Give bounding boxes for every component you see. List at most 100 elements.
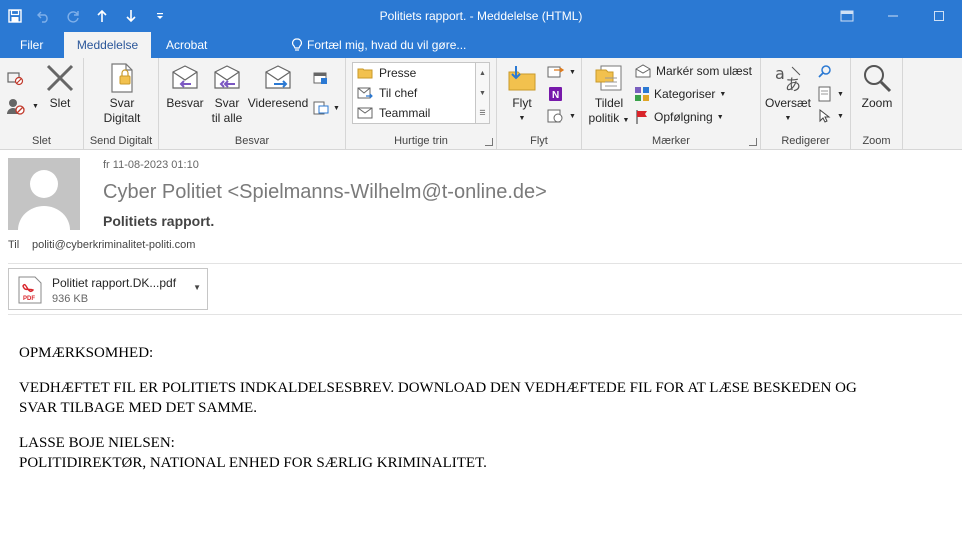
attachment-size: 936 KB — [52, 293, 89, 305]
gallery-more-icon[interactable]: ☰ — [476, 103, 489, 123]
lightbulb-icon — [292, 38, 302, 51]
onenote-icon: N — [549, 87, 562, 101]
svar-digitalt-button[interactable]: Svar Digitalt — [102, 62, 142, 126]
reply-label: Besvar — [166, 96, 204, 110]
ribbon-display-icon — [840, 10, 854, 22]
move-dropdown-icon: ▼ — [518, 115, 526, 122]
move-button[interactable]: Flyt ▼ — [505, 62, 539, 126]
quick-steps-gallery: Presse Til chef Teammail — [352, 62, 476, 124]
quick-step-presse[interactable]: Presse — [353, 63, 475, 83]
body-line: OPMÆRKSOMHED: — [19, 345, 154, 361]
actions-icon — [547, 109, 563, 123]
scroll-up-icon[interactable]: ▲ — [476, 63, 489, 83]
svar-digitalt-line1: Svar — [109, 96, 135, 110]
assign-policy-line1: Tildel — [594, 96, 624, 110]
actions-button[interactable]: ▼ — [547, 106, 576, 126]
avatar — [8, 158, 80, 230]
group-send-digitalt: Svar Digitalt Send Digitalt — [84, 58, 159, 150]
ignore-icon — [7, 72, 24, 86]
tell-me-search[interactable]: Fortæl mig, hvad du vil gøre... — [292, 32, 466, 58]
ignore-button[interactable] — [6, 68, 24, 88]
quick-steps-launcher[interactable] — [485, 138, 493, 146]
zoom-label: Zoom — [861, 96, 893, 110]
translate-label: Oversæt — [765, 96, 812, 110]
mark-unread-button[interactable]: Markér som ulæst — [634, 61, 752, 81]
tab-meddelelse[interactable]: Meddelelse — [64, 32, 151, 58]
tab-filer[interactable]: Filer — [8, 32, 55, 58]
group-label-hurtige-trin: Hurtige trin — [394, 135, 448, 147]
group-label-flyt: Flyt — [530, 135, 548, 147]
actions-dropdown-icon: ▼ — [569, 112, 576, 120]
rules-button[interactable]: ▼ — [547, 62, 576, 82]
minimize-icon — [888, 15, 898, 17]
delete-button[interactable]: Slet — [44, 62, 76, 111]
forward-button[interactable]: Videresend — [247, 62, 309, 111]
reply-all-icon — [211, 62, 243, 94]
recipient-address[interactable]: politi@cyberkriminalitet-politi.com — [32, 239, 195, 251]
group-flyt: Flyt ▼ ▼ N ▼ Flyt — [497, 58, 582, 150]
find-button[interactable] — [817, 62, 833, 82]
group-redigerer: aあ Oversæt ▼ ▼ ▼ Redigerer — [761, 58, 851, 150]
translate-button[interactable]: aあ Oversæt ▼ — [765, 62, 811, 126]
assign-policy-button[interactable]: Tildel politik ▼ — [586, 62, 632, 128]
more-respond-button[interactable]: ▼ — [313, 98, 340, 118]
body-line: SVAR TILBAGE MED DET SAMME. — [19, 400, 257, 416]
rules-dropdown-icon: ▼ — [569, 68, 576, 76]
group-label-besvar: Besvar — [234, 135, 270, 147]
followup-dropdown-icon: ▼ — [716, 113, 724, 121]
quick-steps-scrollbar[interactable]: ▲ ▼ ☰ — [476, 62, 490, 124]
junk-icon — [7, 99, 25, 115]
zoom-button[interactable]: Zoom — [859, 62, 895, 111]
tags-launcher[interactable] — [749, 138, 757, 146]
ribbon-display-options-button[interactable] — [824, 0, 870, 32]
attachment[interactable]: PDF Politiet rapport.DK...pdf 936 KB ▼ — [8, 268, 208, 310]
reply-all-button[interactable]: Svar til alle — [207, 62, 247, 126]
attachment-dropdown-icon[interactable]: ▼ — [193, 283, 201, 292]
quick-step-label: Til chef — [379, 86, 418, 100]
group-label-send-digitalt: Send Digitalt — [89, 135, 153, 147]
forward-label: Videresend — [247, 96, 309, 110]
related-button[interactable]: ▼ — [817, 84, 844, 104]
maximize-button[interactable] — [916, 0, 962, 32]
translate-icon: aあ — [772, 62, 804, 94]
select-cursor-icon — [819, 108, 831, 123]
categorize-label: Kategoriser — [654, 87, 716, 101]
to-label: Til — [8, 239, 20, 251]
flag-icon — [636, 110, 647, 124]
meeting-reply-button[interactable] — [313, 68, 329, 88]
onenote-button[interactable]: N — [547, 84, 565, 104]
move-label: Flyt — [512, 96, 532, 110]
forward-icon — [262, 62, 294, 94]
group-label-maerker: Mærker — [652, 135, 690, 147]
assign-policy-icon — [593, 62, 625, 94]
delete-x-icon — [44, 62, 76, 94]
ribbon: ▼ Slet Slet Svar Digitalt Send Digitalt … — [0, 58, 962, 150]
minimize-button[interactable] — [870, 0, 916, 32]
person-silhouette-icon — [18, 170, 70, 230]
scroll-down-icon[interactable]: ▼ — [476, 83, 489, 103]
select-button[interactable]: ▼ — [817, 106, 844, 126]
title-bar: Politiets rapport. - Meddelelse (HTML) — [0, 0, 962, 32]
quick-step-til-chef[interactable]: Til chef — [353, 83, 475, 103]
maximize-icon — [934, 11, 944, 21]
message-date: fr 11-08-2023 01:10 — [103, 159, 199, 171]
tab-acrobat[interactable]: Acrobat — [154, 32, 219, 58]
junk-button[interactable]: ▼ — [6, 96, 39, 116]
quick-step-teammail[interactable]: Teammail — [353, 103, 475, 123]
categorize-button[interactable]: Kategoriser ▼ — [634, 84, 726, 104]
move-folder-icon — [506, 62, 538, 94]
reply-all-line2: til alle — [211, 111, 243, 125]
reply-all-line1: Svar — [214, 96, 240, 110]
meeting-icon — [313, 72, 327, 84]
followup-button[interactable]: Opfølgning ▼ — [634, 107, 724, 127]
window-controls — [824, 0, 962, 32]
group-besvar: Besvar Svar til alle Videresend ▼ Besvar — [159, 58, 346, 150]
assign-policy-line2: politik ▼ — [588, 111, 630, 125]
svg-text:a: a — [775, 64, 785, 83]
svg-text:N: N — [552, 90, 559, 101]
sender[interactable]: Cyber Politiet <Spielmanns-Wilhelm@t-onl… — [103, 181, 547, 204]
group-label-slet: Slet — [32, 135, 51, 147]
reply-button[interactable]: Besvar — [165, 62, 205, 111]
followup-label: Opfølgning — [654, 110, 713, 124]
group-zoom: Zoom Zoom — [851, 58, 903, 150]
